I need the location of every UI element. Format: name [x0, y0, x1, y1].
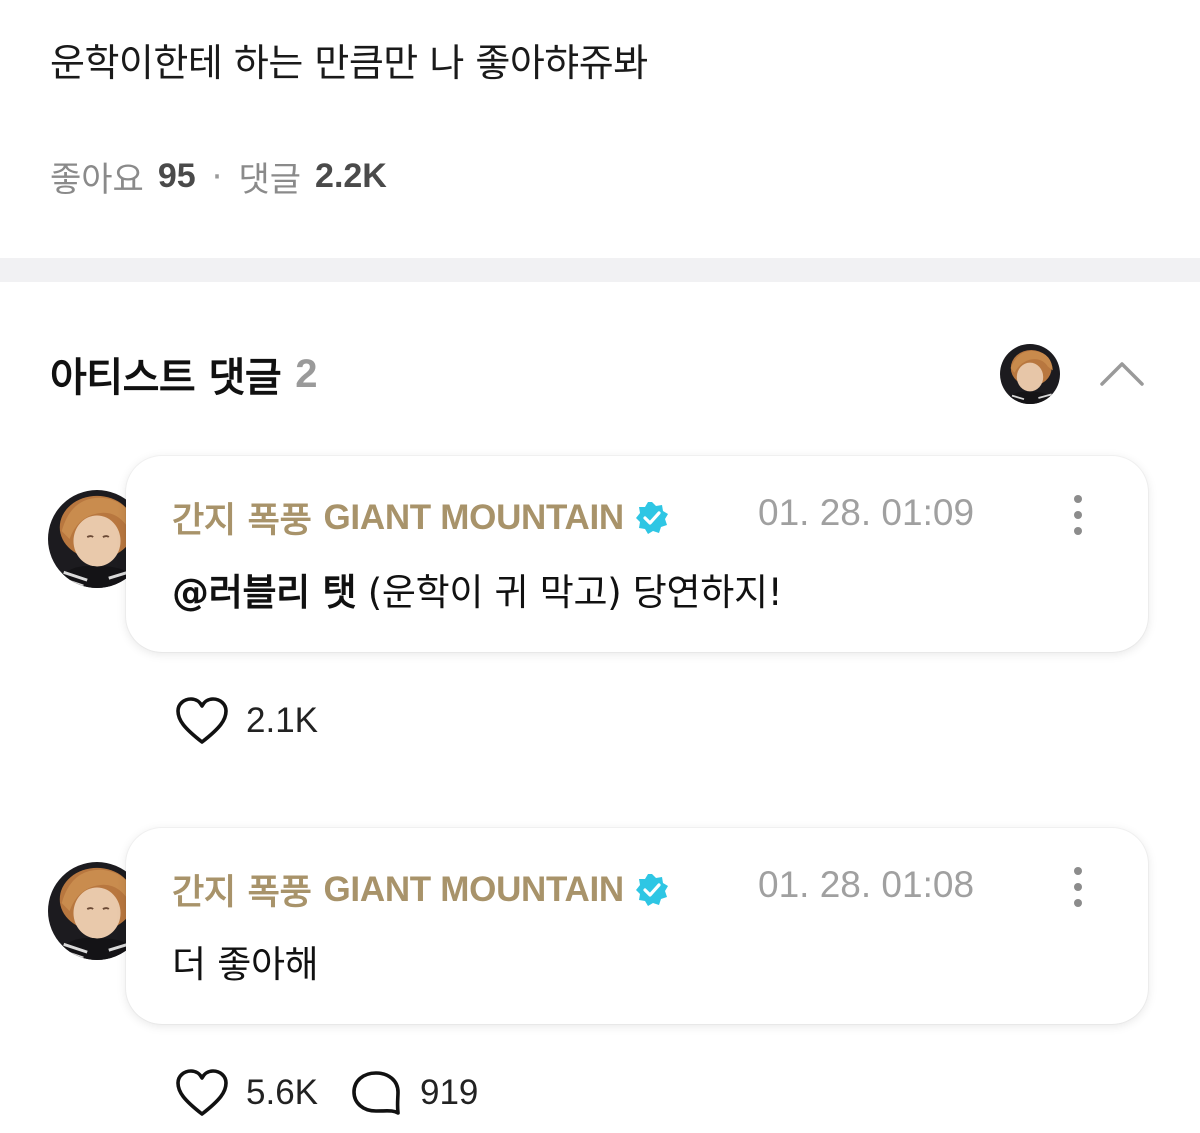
like-count[interactable]: 5.6K: [246, 1073, 318, 1113]
verified-badge-icon: [635, 501, 668, 534]
heart-icon[interactable]: [174, 1068, 230, 1118]
comment-body: @러블리 탯 (운학이 귀 막고) 당연하지!: [172, 562, 783, 616]
artist-comments-title: 아티스트 댓글: [50, 355, 282, 401]
likes-label[interactable]: 좋아요: [50, 152, 144, 201]
comment-card[interactable]: 간지 폭풍 GIANT MOUNTAIN 01. 28. 01:08 더 좋아해: [126, 828, 1148, 1024]
comment-actions: 5.6K 919: [174, 1068, 478, 1118]
stats-separator: ·: [211, 156, 223, 197]
more-options-button[interactable]: [1066, 866, 1090, 908]
comment-body: 더 좋아해: [172, 943, 319, 986]
author-name-ko: 간지 폭풍: [172, 501, 312, 541]
author-name-ko: 간지 폭풍: [172, 873, 312, 913]
reply-count[interactable]: 919: [420, 1073, 478, 1113]
comment-author[interactable]: 간지 폭풍 GIANT MOUNTAIN: [172, 864, 670, 915]
chevron-up-icon: [1100, 362, 1144, 386]
author-name-en: GIANT MOUNTAIN: [323, 497, 625, 537]
collapse-button[interactable]: [1096, 350, 1148, 394]
header-avatar[interactable]: [1000, 344, 1060, 404]
post-stats: 좋아요 95 · 댓글 2.2K: [50, 152, 387, 201]
comment-author[interactable]: 간지 폭풍 GIANT MOUNTAIN: [172, 492, 670, 543]
likes-count[interactable]: 95: [158, 157, 196, 196]
comment-card[interactable]: 간지 폭풍 GIANT MOUNTAIN 01. 28. 01:09 @러블리 …: [126, 456, 1148, 652]
author-name-en: GIANT MOUNTAIN: [323, 869, 625, 909]
more-options-button[interactable]: [1066, 494, 1090, 536]
post-text: 운학이한테 하는 만큼만 나 좋아햐쥬봐: [50, 41, 648, 85]
artist-comments-header: 아티스트 댓글 2: [50, 345, 317, 403]
comments-label[interactable]: 댓글: [238, 152, 301, 201]
like-count[interactable]: 2.1K: [246, 701, 318, 741]
comment-mention[interactable]: @러블리 탯: [172, 571, 357, 614]
more-vertical-icon: [1074, 495, 1082, 535]
heart-icon[interactable]: [174, 696, 230, 746]
comment-time: 01. 28. 01:08: [758, 864, 975, 905]
comment-actions: 2.1K: [174, 696, 318, 746]
comment-text: (운학이 귀 막고) 당연하지!: [356, 571, 783, 614]
more-vertical-icon: [1074, 867, 1082, 907]
comments-count[interactable]: 2.2K: [315, 157, 387, 196]
reply-bubble-icon[interactable]: [348, 1068, 404, 1118]
artist-comments-count: 2: [295, 351, 317, 396]
comment-time: 01. 28. 01:09: [758, 492, 975, 533]
verified-badge-icon: [635, 873, 668, 906]
section-divider: [0, 258, 1200, 282]
